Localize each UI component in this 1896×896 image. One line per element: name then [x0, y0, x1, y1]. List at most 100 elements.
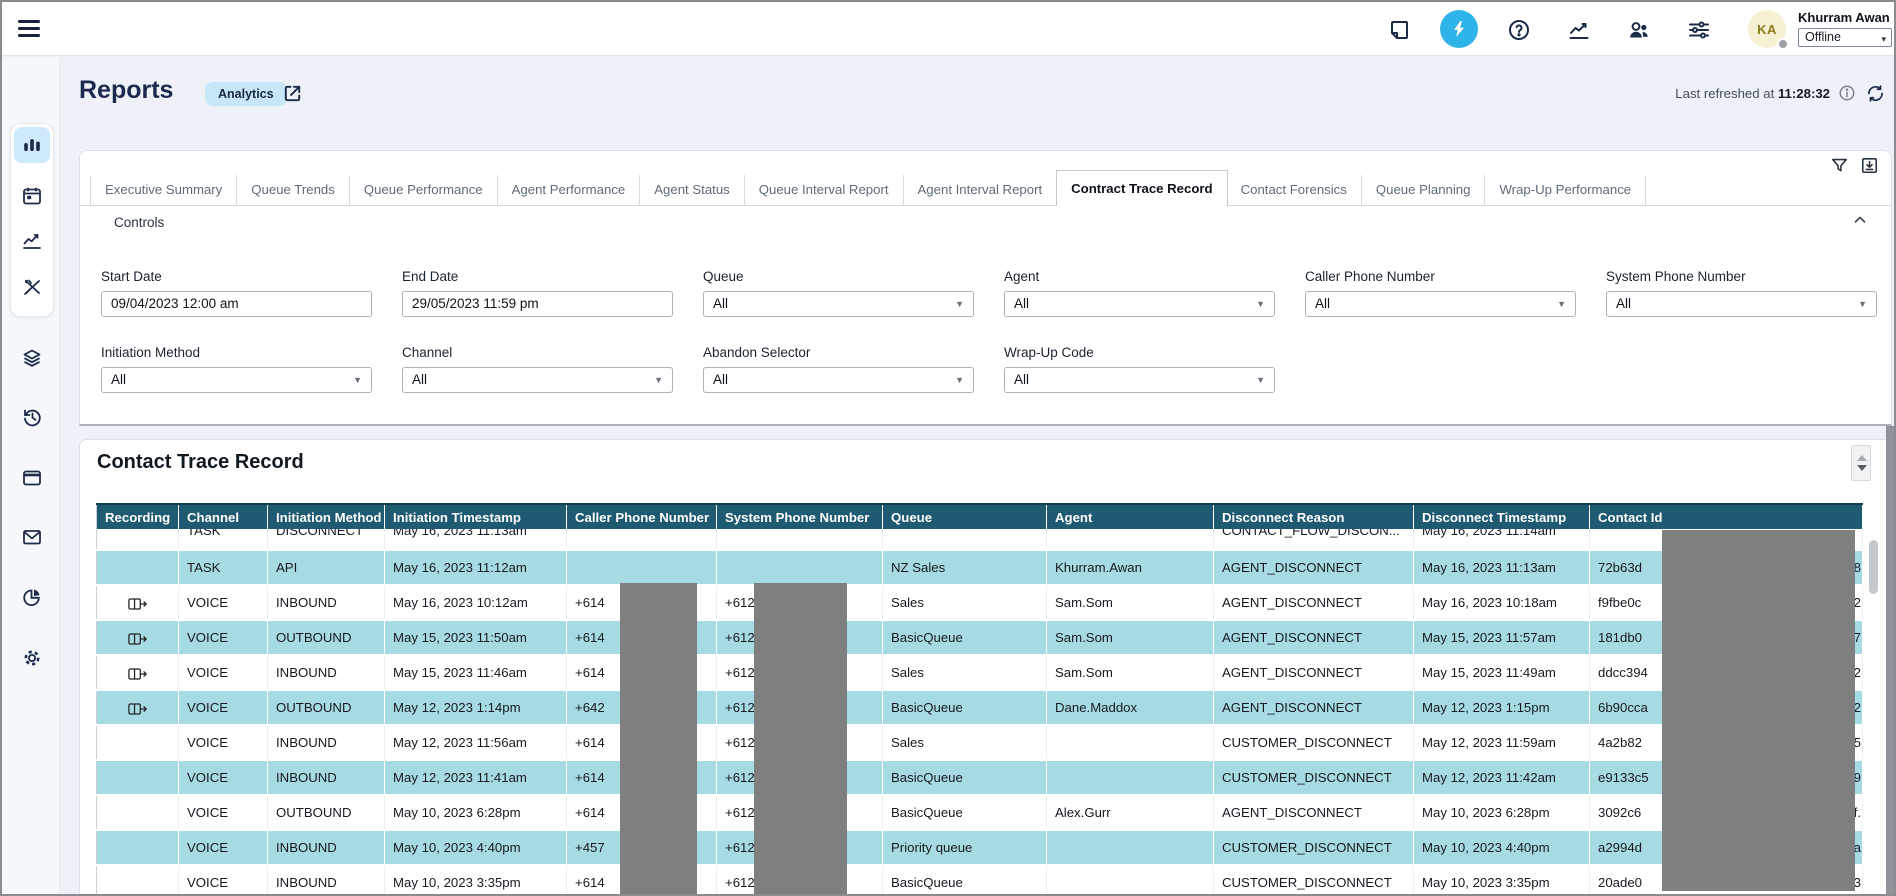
table-row[interactable]: VOICEOUTBOUNDMay 10, 2023 6:28pm+614+612… [97, 795, 1863, 830]
col-recording[interactable]: Recording [97, 504, 179, 529]
tab-queue-interval-report[interactable]: Queue Interval Report [745, 175, 904, 205]
col-channel[interactable]: Channel [179, 504, 268, 529]
download-icon[interactable] [1860, 156, 1879, 175]
tab-contact-forensics[interactable]: Contact Forensics [1227, 175, 1362, 205]
help-icon[interactable] [1507, 18, 1531, 42]
status-select[interactable]: Offline ▾ [1798, 28, 1892, 47]
tab-queue-trends[interactable]: Queue Trends [237, 175, 350, 205]
cell-agent [1047, 830, 1214, 865]
wrap-up-code-select[interactable]: All▼ [1004, 367, 1275, 393]
last-refreshed-time: 11:28:32 [1778, 86, 1830, 101]
cell-caller [567, 550, 717, 585]
agent-select[interactable]: All▼ [1004, 291, 1275, 317]
external-link-icon[interactable] [281, 82, 304, 105]
start-date-input[interactable]: 09/04/2023 12:00 am [101, 291, 372, 317]
col-initiation-method[interactable]: Initiation Method [268, 504, 385, 529]
table-row[interactable]: VOICEINBOUNDMay 12, 2023 11:41am+614+612… [97, 760, 1863, 795]
cell-method: API [268, 550, 385, 585]
tab-queue-planning[interactable]: Queue Planning [1362, 175, 1486, 205]
metrics-icon[interactable] [1567, 18, 1591, 42]
cell-method: INBOUND [268, 865, 385, 896]
tab-agent-status[interactable]: Agent Status [640, 175, 745, 205]
recording-icon[interactable] [128, 667, 148, 681]
col-contact-id[interactable]: Contact Id [1590, 504, 1863, 529]
sidebar-item-settings[interactable] [14, 640, 50, 676]
caret-down-icon: ▼ [955, 368, 964, 392]
sidebar-item-customize[interactable] [14, 269, 50, 305]
table-row[interactable]: VOICEINBOUNDMay 10, 2023 3:35pm+614+612B… [97, 865, 1863, 896]
avatar[interactable]: KA [1748, 10, 1786, 48]
sidebar-item-analytics[interactable] [14, 223, 50, 259]
initiation-method-select[interactable]: All▼ [101, 367, 372, 393]
system-phone-number-select[interactable]: All▼ [1606, 291, 1877, 317]
col-agent[interactable]: Agent [1047, 504, 1214, 529]
col-queue[interactable]: Queue [883, 504, 1047, 529]
tab-agent-interval-report[interactable]: Agent Interval Report [904, 175, 1058, 205]
sidebar-item-flows[interactable] [14, 340, 50, 376]
caret-down-icon: ▼ [1858, 292, 1867, 316]
cell-rec [97, 795, 179, 830]
cell-reason: CUSTOMER_DISCONNECT [1214, 865, 1414, 896]
col-initiation-timestamp[interactable]: Initiation Timestamp [385, 504, 567, 529]
cell-channel: TASK [179, 550, 268, 585]
stepper-up-icon[interactable] [1857, 455, 1867, 461]
tab-wrap-up-performance[interactable]: Wrap-Up Performance [1485, 175, 1646, 205]
table-row[interactable]: TASKAPIMay 16, 2023 11:12amNZ SalesKhurr… [97, 550, 1863, 585]
sidebar-item-history[interactable] [14, 399, 50, 435]
tab-executive-summary[interactable]: Executive Summary [90, 175, 237, 205]
sidebar-item-reports[interactable] [14, 127, 50, 163]
users-icon[interactable] [1627, 18, 1651, 42]
recording-icon[interactable] [128, 632, 148, 646]
cell-system [717, 529, 883, 550]
cell-agent: Sam.Som [1047, 620, 1214, 655]
lightning-icon[interactable] [1440, 10, 1478, 48]
col-system-phone-number[interactable]: System Phone Number [717, 504, 883, 529]
cell-dts: May 10, 2023 6:28pm [1414, 795, 1590, 830]
table-row[interactable]: VOICEINBOUNDMay 10, 2023 4:40pm+457+612P… [97, 830, 1863, 865]
caret-down-icon: ▼ [353, 368, 362, 392]
col-caller-phone-number[interactable]: Caller Phone Number [567, 504, 717, 529]
caller-phone-number-select[interactable]: All▼ [1305, 291, 1576, 317]
col-disconnect-reason[interactable]: Disconnect Reason [1214, 504, 1414, 529]
queue-select[interactable]: All▼ [703, 291, 974, 317]
channel-select[interactable]: All▼ [402, 367, 673, 393]
tab-contract-trace-record[interactable]: Contract Trace Record [1056, 170, 1227, 206]
sidebar-item-schedule[interactable] [14, 178, 50, 214]
sidebar-item-window[interactable] [14, 460, 50, 496]
field-caller-phone-number: Caller Phone NumberAll▼ [1305, 269, 1576, 317]
abandon-selector-select[interactable]: All▼ [703, 367, 974, 393]
sidebar [2, 57, 60, 894]
field-label: Abandon Selector [703, 345, 974, 360]
tab-queue-performance[interactable]: Queue Performance [350, 175, 498, 205]
window-scrollbar[interactable] [1886, 426, 1895, 896]
sliders-icon[interactable] [1687, 18, 1711, 42]
table-scrollbar-thumb[interactable] [1869, 540, 1878, 594]
refresh-icon[interactable] [1865, 83, 1886, 104]
field-label: End Date [402, 269, 673, 284]
cell-rec [97, 690, 179, 725]
filter-icon[interactable] [1830, 156, 1849, 175]
ctr-panel: Contact Trace Record RecordingChannelIni… [79, 439, 1892, 896]
recording-icon[interactable] [128, 597, 148, 611]
stepper-down-icon[interactable] [1857, 465, 1867, 471]
end-date-input[interactable]: 29/05/2023 11:59 pm [402, 291, 673, 317]
recording-icon[interactable] [128, 702, 148, 716]
cell-channel: VOICE [179, 725, 268, 760]
pie-chart-icon [21, 586, 43, 608]
sidebar-item-insights[interactable] [14, 579, 50, 615]
table-row[interactable]: VOICEOUTBOUNDMay 12, 2023 1:14pm+642+612… [97, 690, 1863, 725]
table-row[interactable]: VOICEINBOUNDMay 12, 2023 11:56am+614+612… [97, 725, 1863, 760]
table-row[interactable]: VOICEINBOUNDMay 15, 2023 11:46am+614+612… [97, 655, 1863, 690]
sidebar-item-mail[interactable] [14, 519, 50, 555]
cell-rec [97, 585, 179, 620]
hamburger-menu-icon[interactable] [18, 20, 40, 37]
table-row-partial[interactable]: TASKDISCONNECTMay 16, 2023 11:13amCONTAC… [97, 529, 1863, 550]
tab-agent-performance[interactable]: Agent Performance [498, 175, 641, 205]
collapse-chevron-up-icon[interactable] [1851, 211, 1869, 229]
panel-stepper[interactable] [1851, 445, 1871, 481]
table-row[interactable]: VOICEINBOUNDMay 16, 2023 10:12am+614+612… [97, 585, 1863, 620]
table-row[interactable]: VOICEOUTBOUNDMay 15, 2023 11:50am+614+61… [97, 620, 1863, 655]
col-disconnect-timestamp[interactable]: Disconnect Timestamp [1414, 504, 1590, 529]
info-icon[interactable] [1838, 84, 1856, 102]
note-icon[interactable] [1387, 18, 1411, 42]
